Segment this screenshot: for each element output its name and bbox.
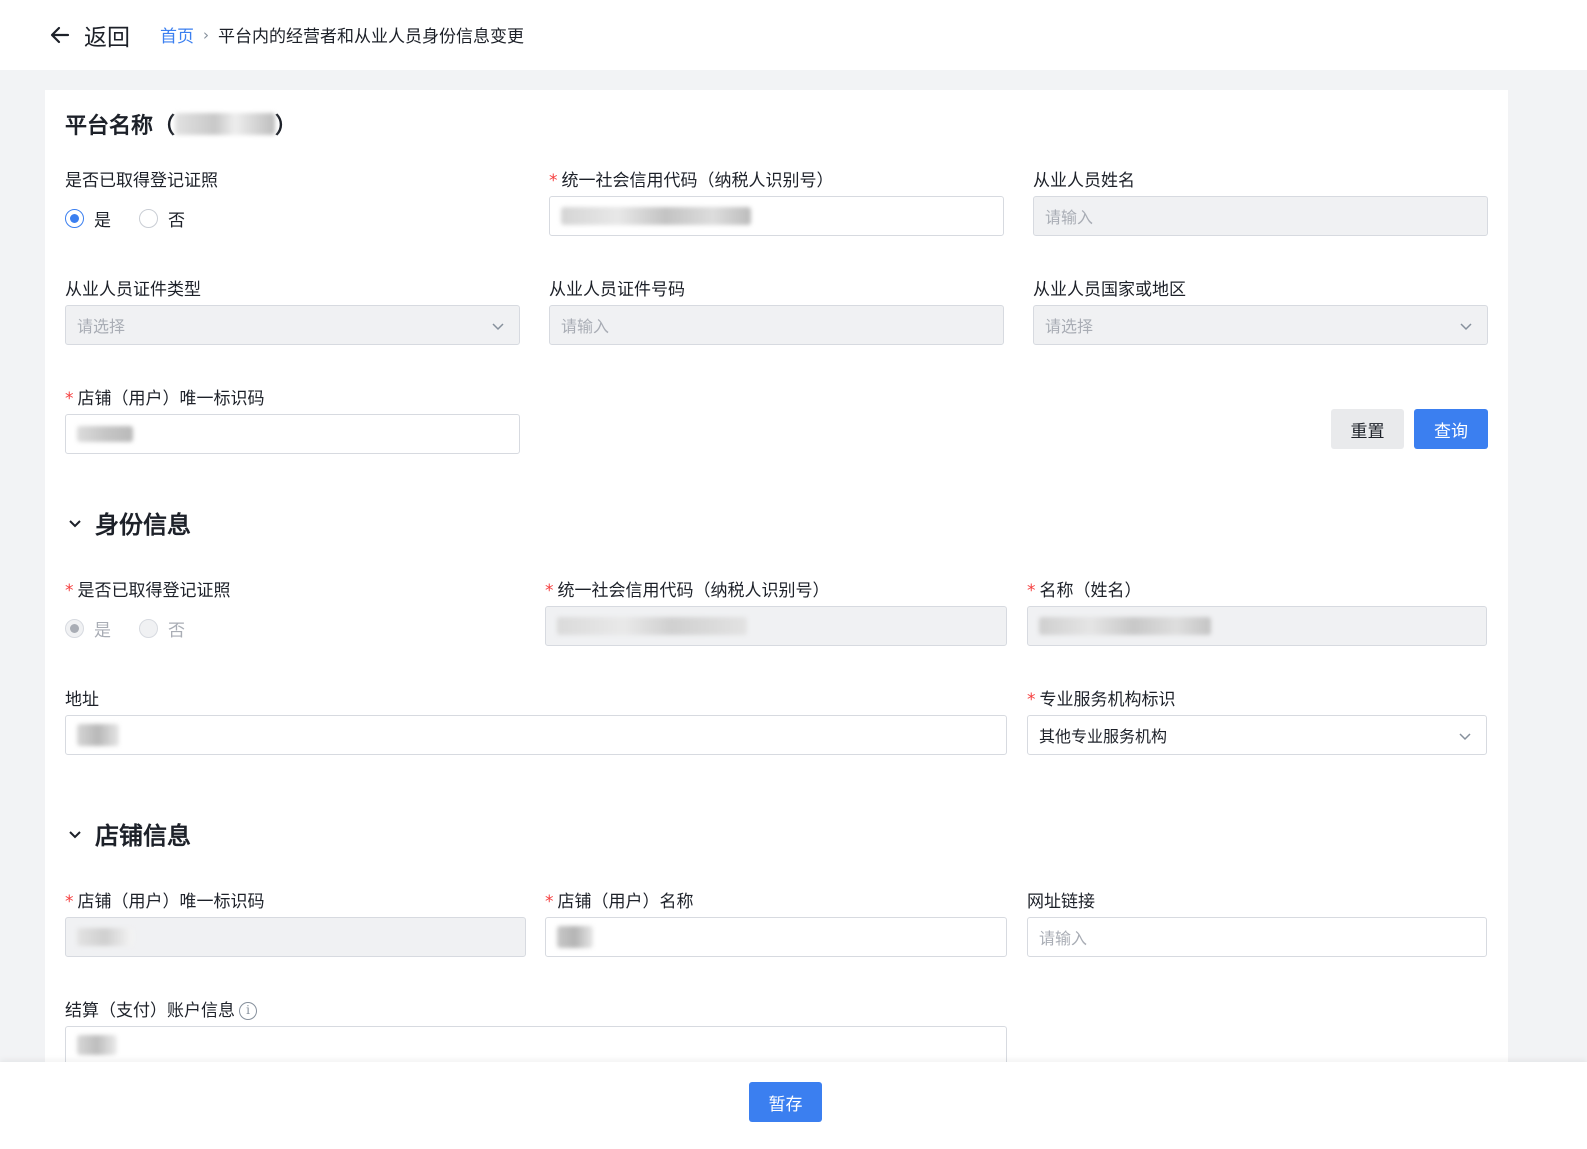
identity-section-title: 身份信息 <box>95 511 191 539</box>
back-button[interactable]: 返回 <box>48 18 130 52</box>
chevron-down-icon <box>69 830 81 838</box>
identity-licensed-radio-group: 是 否 <box>65 616 213 641</box>
radio-unchecked-icon <box>139 209 158 228</box>
breadcrumb-current: 平台内的经营者和从业人员身份信息变更 <box>218 27 524 47</box>
search-country-label: 从业人员国家或地区 <box>1033 280 1186 300</box>
search-id-number-label: 从业人员证件号码 <box>549 280 685 300</box>
identity-credit-code-label: * 统一社会信用代码（纳税人识别号） <box>545 581 830 601</box>
identity-name-input[interactable] <box>1027 606 1487 646</box>
platform-title-prefix: 平台名称（ <box>65 114 176 139</box>
search-shop-id-input[interactable] <box>65 414 520 454</box>
top-bar: 返回 首页 › 平台内的经营者和从业人员身份信息变更 <box>0 0 1587 70</box>
chevron-right-icon: › <box>203 25 209 44</box>
identity-licensed-label: * 是否已取得登记证照 <box>65 581 231 601</box>
redacted-value <box>77 426 133 442</box>
search-country-select[interactable]: 请选择 <box>1033 305 1488 345</box>
save-draft-button[interactable]: 暂存 <box>749 1082 822 1122</box>
back-label: 返回 <box>84 25 130 51</box>
breadcrumb-home-link[interactable]: 首页 <box>160 22 194 47</box>
redacted-value <box>557 617 747 635</box>
redacted-value <box>557 926 593 948</box>
redacted-value <box>77 724 119 746</box>
redacted-value <box>77 928 133 946</box>
info-icon[interactable]: i <box>239 1002 257 1020</box>
platform-title-suffix: ） <box>275 114 298 139</box>
shop-account-label: 结算（支付）账户信息 i <box>65 996 257 1021</box>
search-licensed-yes-radio[interactable]: 是 <box>65 206 111 231</box>
chevron-down-icon <box>1459 733 1471 741</box>
shop-url-label: 网址链接 <box>1027 892 1095 912</box>
breadcrumb: 首页 › 平台内的经营者和从业人员身份信息变更 <box>160 22 524 48</box>
identity-credit-code-input[interactable] <box>545 606 1007 646</box>
search-id-type-select[interactable]: 请选择 <box>65 305 520 345</box>
chevron-down-icon <box>1460 323 1472 331</box>
identity-service-org-label: * 专业服务机构标识 <box>1027 690 1176 710</box>
shop-url-input[interactable]: 请输入 <box>1027 917 1487 957</box>
shop-name-label: * 店铺（用户）名称 <box>545 892 694 912</box>
identity-service-org-select[interactable]: 其他专业服务机构 <box>1027 715 1487 755</box>
identity-licensed-yes-radio[interactable]: 是 <box>65 616 111 641</box>
redacted-platform-name <box>175 113 276 135</box>
search-licensed-radio-group: 是 否 <box>65 206 213 231</box>
shop-section-toggle[interactable]: 店铺信息 <box>67 816 191 851</box>
chevron-down-icon <box>69 519 81 527</box>
redacted-value <box>1039 617 1211 635</box>
identity-name-label: * 名称（姓名） <box>1027 581 1142 601</box>
chevron-down-icon <box>492 323 504 331</box>
shop-id-input[interactable] <box>65 917 526 957</box>
redacted-value <box>77 1034 117 1055</box>
search-credit-code-label: * 统一社会信用代码（纳税人识别号） <box>549 171 834 191</box>
platform-title: 平台名称（ ） <box>65 108 297 140</box>
radio-checked-icon <box>65 619 84 638</box>
search-staff-name-label: 从业人员姓名 <box>1033 171 1135 191</box>
search-id-type-label: 从业人员证件类型 <box>65 280 201 300</box>
search-id-number-input[interactable]: 请输入 <box>549 305 1004 345</box>
reset-button[interactable]: 重置 <box>1331 409 1404 449</box>
identity-address-label: 地址 <box>65 690 99 710</box>
search-licensed-no-radio[interactable]: 否 <box>139 206 185 231</box>
identity-address-input[interactable] <box>65 715 1007 755</box>
shop-id-label: * 店铺（用户）唯一标识码 <box>65 892 265 912</box>
identity-licensed-no-radio[interactable]: 否 <box>139 616 185 641</box>
shop-section-title: 店铺信息 <box>95 822 191 850</box>
shop-name-input[interactable] <box>545 917 1007 957</box>
search-shop-id-label: * 店铺（用户）唯一标识码 <box>65 389 265 409</box>
radio-checked-icon <box>65 209 84 228</box>
search-credit-code-input[interactable] <box>549 196 1004 236</box>
shop-account-input[interactable] <box>65 1026 1007 1062</box>
identity-section-toggle[interactable]: 身份信息 <box>67 505 191 540</box>
query-button[interactable]: 查询 <box>1414 409 1488 449</box>
redacted-value <box>561 207 751 225</box>
radio-unchecked-icon <box>139 619 158 638</box>
search-licensed-label: 是否已取得登记证照 <box>65 171 218 191</box>
footer-bar: 暂存 <box>0 1062 1587 1149</box>
arrow-left-icon <box>50 26 70 44</box>
search-staff-name-input[interactable]: 请输入 <box>1033 196 1488 236</box>
